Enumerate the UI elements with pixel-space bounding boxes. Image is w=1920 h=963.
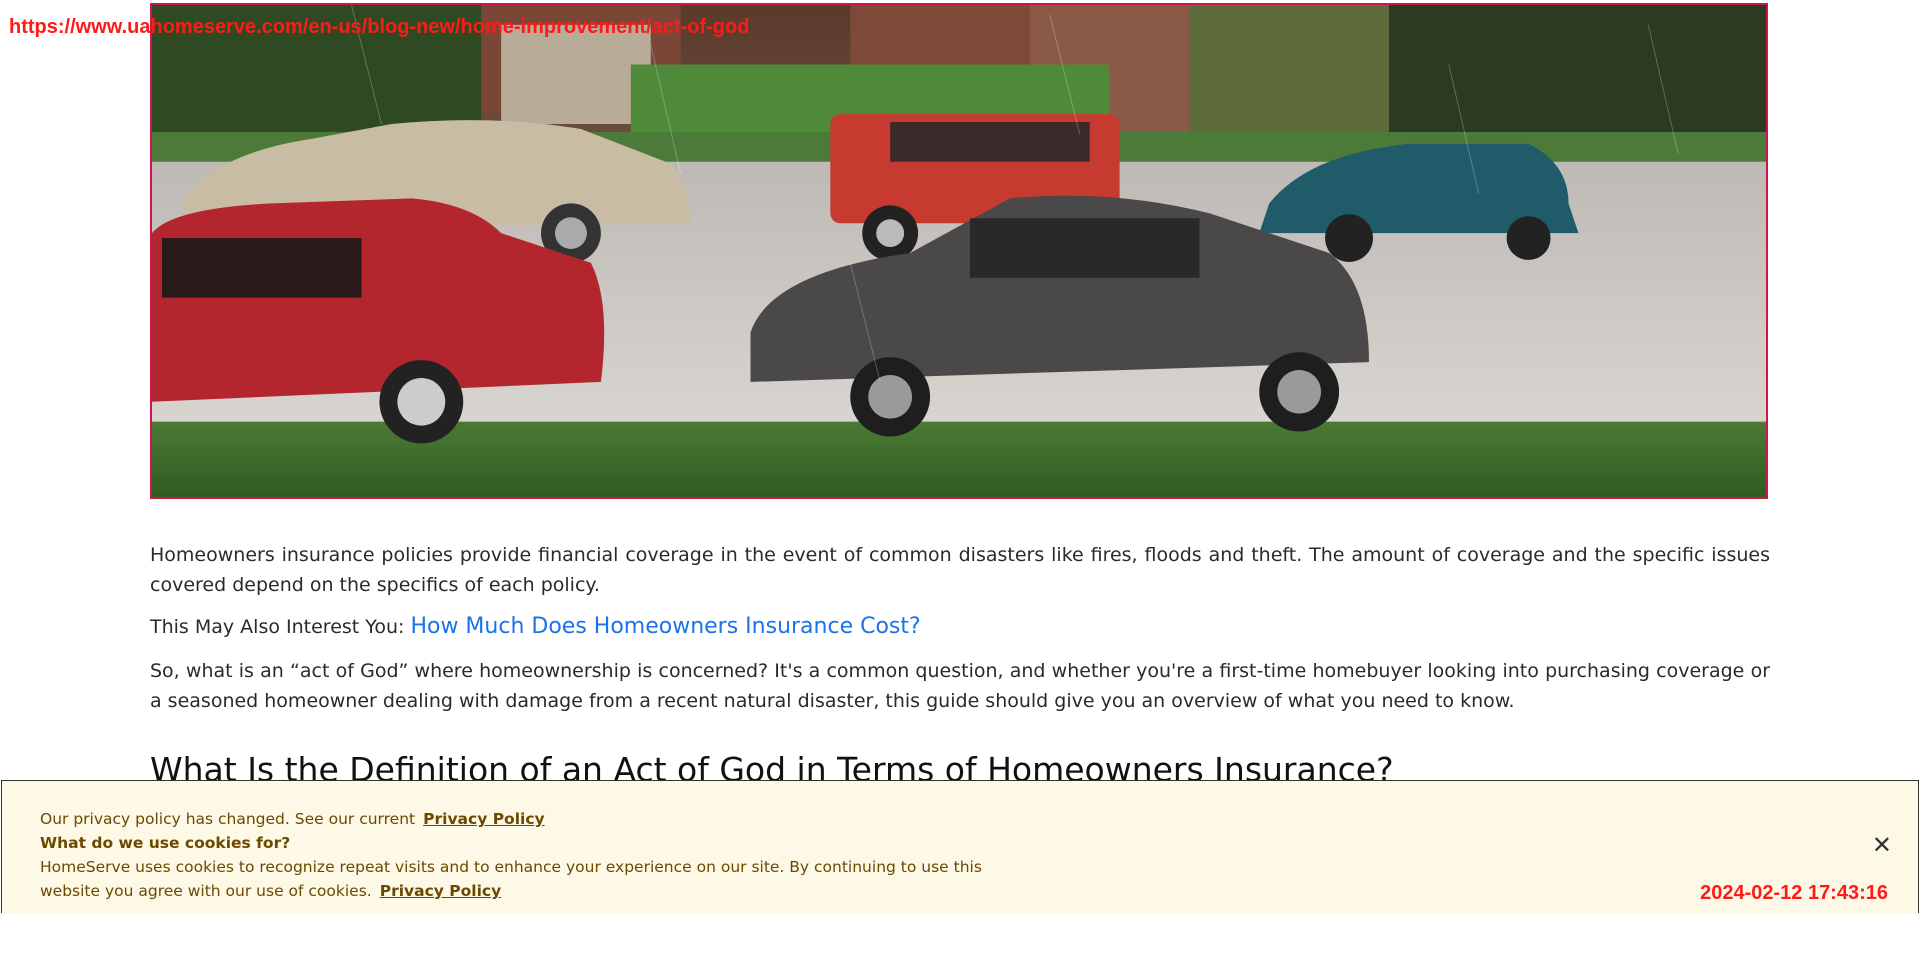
privacy-policy-link[interactable]: Privacy Policy (423, 810, 545, 828)
intro-paragraph: Homeowners insurance policies provide fi… (150, 544, 1770, 596)
related-article: This May Also Interest You: How Much Does… (150, 612, 1770, 642)
privacy-notice-text: Our privacy policy has changed. See our … (40, 810, 416, 828)
cookie-text: Our privacy policy has changed. See our … (40, 807, 1030, 903)
hero-image (150, 3, 1768, 499)
privacy-policy-link-2[interactable]: Privacy Policy (380, 882, 502, 900)
cookie-body-text: HomeServe uses cookies to recognize repe… (40, 858, 982, 900)
privacy-notice: Our privacy policy has changed. See our … (40, 807, 1030, 831)
timestamp-overlay: 2024-02-12 17:43:16 (1700, 882, 1888, 904)
cookie-banner: Our privacy policy has changed. See our … (1, 780, 1919, 913)
article-body: Homeowners insurance policies provide fi… (150, 540, 1770, 790)
close-icon[interactable]: ✕ (1872, 833, 1892, 857)
hail-storm-cars-photo (152, 5, 1766, 497)
cookie-body: HomeServe uses cookies to recognize repe… (40, 855, 1030, 903)
related-article-link[interactable]: How Much Does Homeowners Insurance Cost? (410, 614, 920, 639)
act-of-god-paragraph: So, what is an “act of God” where homeow… (150, 660, 1770, 712)
related-prefix: This May Also Interest You: (150, 616, 405, 638)
url-overlay: https://www.uahomeserve.com/en-us/blog-n… (9, 16, 750, 38)
cookie-question: What do we use cookies for? (40, 834, 291, 852)
